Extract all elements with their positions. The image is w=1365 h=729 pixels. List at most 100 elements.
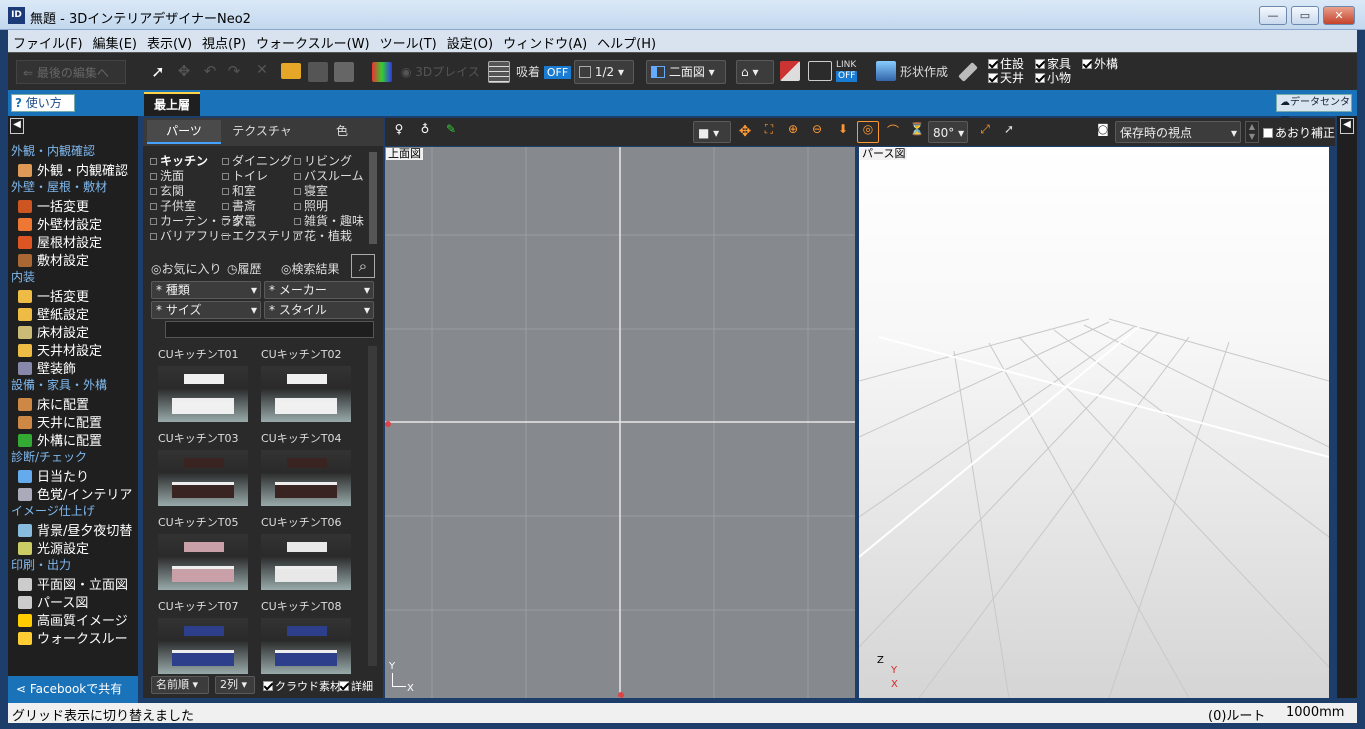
function-item[interactable]: 壁装飾 — [18, 358, 76, 377]
parts-scrollbar[interactable] — [368, 346, 377, 666]
check-housing[interactable]: 住設 — [988, 57, 1024, 71]
help-button[interactable]: ? 使い方 — [11, 94, 75, 112]
close-button[interactable]: ✕ — [1323, 6, 1355, 25]
menu-window[interactable]: ウィンドウ(A) — [498, 30, 592, 52]
detail-check[interactable]: 詳細 — [339, 678, 373, 694]
object-view-select[interactable]: ■ ▾ — [693, 121, 731, 143]
fov-icon[interactable]: ⏳ — [907, 122, 927, 142]
function-item[interactable]: 日当たり — [18, 466, 89, 485]
favorites-radio[interactable]: ◎お気に入り — [151, 260, 222, 277]
function-item[interactable]: 床に配置 — [18, 394, 89, 413]
pointer-icon[interactable]: ➚ — [999, 122, 1019, 142]
zoom-in-icon[interactable]: ⊕ — [783, 122, 803, 142]
print-icon[interactable] — [334, 62, 354, 82]
link-views-icon[interactable] — [808, 61, 832, 81]
function-item[interactable]: ウォークスルー — [18, 628, 128, 647]
minimize-button[interactable]: — — [1259, 6, 1287, 25]
function-item[interactable]: パース図 — [18, 592, 88, 611]
menu-edit[interactable]: 編集(E) — [88, 30, 142, 52]
maximize-button[interactable]: ▭ — [1291, 6, 1319, 25]
tilt-correction-check[interactable]: あおり補正 — [1263, 124, 1335, 141]
shape-create-button[interactable]: 形状作成 — [900, 60, 948, 84]
light-fixture-icon[interactable]: ♀ — [389, 122, 409, 142]
menu-walkthrough[interactable]: ウォークスルー(W) — [251, 30, 375, 52]
camera-icon[interactable]: ◙ — [1093, 122, 1113, 142]
history-radio[interactable]: ◷履歴 — [227, 260, 262, 277]
part-card[interactable]: CUキッチンT03 — [158, 430, 252, 510]
keyword-input[interactable] — [165, 321, 374, 338]
walk-icon[interactable]: ⌒ — [883, 122, 903, 142]
light-level-icon[interactable]: ♁ — [415, 122, 435, 142]
menu-viewpoint[interactable]: 視点(P) — [197, 30, 251, 52]
part-card[interactable]: CUキッチンT01 — [158, 346, 252, 426]
check-exterior[interactable]: 外構 — [1082, 57, 1118, 71]
sort-select[interactable]: 名前順 ▾ — [151, 676, 209, 694]
perspective-view-canvas[interactable]: パース図 Z Y X — [859, 147, 1329, 698]
expand-right-icon[interactable]: ◀ — [1340, 118, 1354, 134]
function-item[interactable]: 一括変更 — [18, 196, 89, 215]
paint-icon[interactable]: ✎ — [441, 122, 461, 142]
ruler-icon[interactable] — [958, 62, 978, 82]
data-center-button[interactable]: ☁データセンター — [1276, 94, 1352, 124]
snap-toggle[interactable]: 吸着 OFF — [516, 60, 572, 84]
tab-parts[interactable]: パーツ — [147, 120, 221, 144]
function-item[interactable]: 天井材設定 — [18, 340, 102, 359]
function-item[interactable]: 壁紙設定 — [18, 304, 89, 323]
zoom-region-icon[interactable]: ⛶ — [759, 122, 779, 142]
grid-ratio-select[interactable]: 1/2 ▾ — [574, 60, 634, 84]
collapse-left-icon[interactable]: ◀ — [10, 118, 24, 134]
columns-select[interactable]: 2列 ▾ — [215, 676, 255, 694]
part-card[interactable]: CUキッチンT07 — [158, 598, 252, 678]
category-item[interactable]: 花・植栽 — [294, 227, 352, 244]
cloud-material-check[interactable]: クラウド素材 — [263, 678, 341, 694]
category-scrollbar[interactable] — [369, 152, 377, 244]
function-item[interactable]: 平面図・立面図 — [18, 574, 128, 593]
facebook-share-button[interactable]: ⋖ Facebookで共有 — [8, 676, 138, 703]
rotate-icon[interactable]: ✥ — [174, 62, 194, 82]
menu-file[interactable]: ファイル(F) — [8, 30, 88, 52]
pan-icon[interactable]: ✥ — [735, 122, 755, 142]
menu-view[interactable]: 表示(V) — [142, 30, 197, 52]
viewpoint-select[interactable]: 保存時の視点 ▾ — [1115, 121, 1241, 143]
menu-settings[interactable]: 設定(O) — [442, 30, 498, 52]
style-select[interactable]: * スタイル ▾ — [264, 301, 374, 319]
spinner-icon[interactable]: ▲ ▼ — [1245, 121, 1259, 143]
shape-create-icon[interactable] — [876, 61, 896, 81]
palette-icon[interactable] — [372, 62, 392, 82]
top-view-canvas[interactable]: 上面図 Y X — [385, 147, 855, 698]
zoom-out-icon[interactable]: ⊖ — [807, 122, 827, 142]
function-item[interactable]: 色覚/インテリア — [18, 484, 132, 503]
function-item[interactable]: 外構に配置 — [18, 430, 102, 449]
tab-floor-top[interactable]: 最上層 — [144, 92, 200, 116]
house-3d-icon[interactable] — [780, 61, 800, 81]
fit-icon[interactable]: ⤢ — [975, 122, 995, 142]
search-results-radio[interactable]: ◎検索結果 — [281, 260, 340, 277]
category-item[interactable]: バリアフリー — [150, 227, 232, 244]
function-item[interactable]: 敷材設定 — [18, 250, 89, 269]
link-toggle[interactable]: LINK OFF — [836, 60, 858, 82]
type-select[interactable]: * 種類 ▾ — [151, 281, 261, 299]
function-item[interactable]: 高画質イメージ — [18, 610, 128, 629]
part-card[interactable]: CUキッチンT06 — [261, 514, 355, 594]
part-card[interactable]: CUキッチンT08 — [261, 598, 355, 678]
redo-icon[interactable]: ↷ — [224, 62, 244, 82]
select-arrow-icon[interactable]: ➚ — [148, 62, 168, 82]
open-folder-icon[interactable] — [281, 63, 301, 79]
check-ceiling[interactable]: 天井 — [988, 71, 1024, 85]
check-small-items[interactable]: 小物 — [1035, 71, 1071, 85]
maker-select[interactable]: * メーカー ▾ — [264, 281, 374, 299]
delete-icon[interactable]: ✕ — [252, 62, 272, 82]
angle-select[interactable]: 80° ▾ — [928, 121, 968, 143]
tab-texture[interactable]: テクスチャ — [225, 120, 299, 144]
undo-icon[interactable]: ↶ — [200, 62, 220, 82]
category-item[interactable]: エクステリア — [222, 227, 304, 244]
part-card[interactable]: CUキッチンT02 — [261, 346, 355, 426]
undo-history-button[interactable]: ⇐ 最後の編集へ — [16, 60, 126, 84]
move-down-icon[interactable]: ⬇ — [833, 122, 853, 142]
function-item[interactable]: 外壁材設定 — [18, 214, 102, 233]
menu-help[interactable]: ヘルプ(H) — [592, 30, 661, 52]
part-card[interactable]: CUキッチンT04 — [261, 430, 355, 510]
place3d-button[interactable]: ◉ 3Dプレイス — [401, 60, 480, 84]
function-item[interactable]: 床材設定 — [18, 322, 89, 341]
function-item[interactable]: 光源設定 — [18, 538, 89, 557]
